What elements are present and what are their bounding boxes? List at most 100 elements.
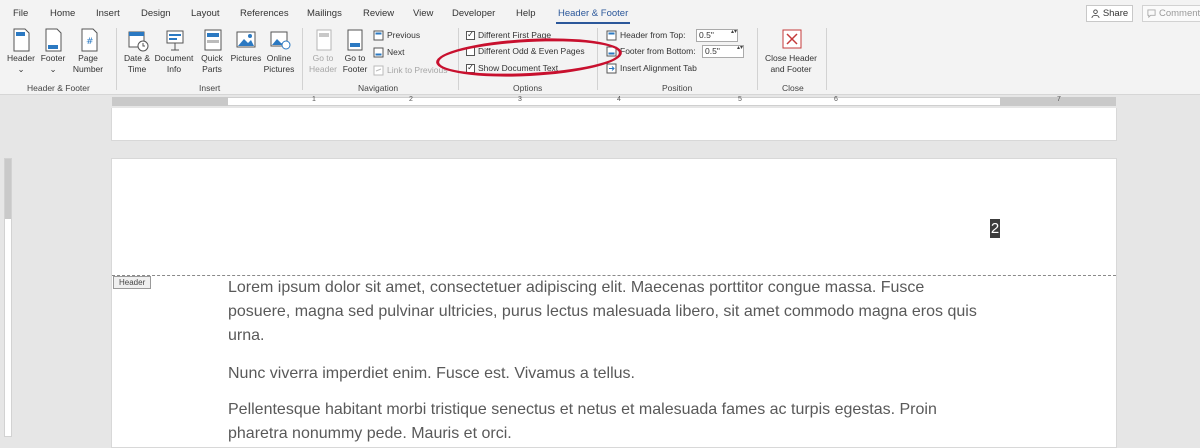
different-first-page-checkbox[interactable]: ✓ Different First Page bbox=[466, 28, 551, 42]
paragraph[interactable]: Lorem ipsum dolor sit amet, consectetuer… bbox=[228, 276, 988, 348]
ruler-left-margin bbox=[112, 97, 228, 106]
page-number-field[interactable]: 2 bbox=[990, 219, 1000, 238]
comment-icon bbox=[1147, 9, 1156, 18]
checkbox-unchecked[interactable] bbox=[466, 46, 475, 56]
online-pictures-button[interactable]: Online Pictures bbox=[263, 27, 297, 75]
footer-button[interactable]: Footer ⌄ bbox=[37, 27, 69, 75]
link-icon bbox=[373, 65, 384, 75]
tab-file[interactable]: File bbox=[13, 8, 28, 19]
header-from-top-row: Header from Top: 0.5" bbox=[606, 28, 738, 42]
go-to-header-label: Go to Header bbox=[309, 53, 337, 74]
go-to-header-button[interactable]: Go to Header bbox=[308, 27, 340, 75]
previous-label: Previous bbox=[387, 30, 421, 40]
close-icon bbox=[782, 29, 802, 49]
ruler-number: 3 bbox=[518, 96, 522, 103]
comments-button[interactable]: Comments bbox=[1142, 5, 1200, 22]
online-pictures-label: Online Pictures bbox=[263, 53, 295, 74]
alignment-tab-icon bbox=[606, 63, 617, 73]
go-to-footer-icon bbox=[347, 29, 363, 51]
date-time-button[interactable]: Date & Time bbox=[122, 27, 154, 75]
group-separator bbox=[302, 28, 303, 90]
tab-home[interactable]: Home bbox=[50, 8, 75, 19]
checkbox-checked[interactable]: ✓ bbox=[466, 63, 475, 73]
page-number-label: Page Number bbox=[72, 53, 104, 74]
chevron-down-icon: ⌄ bbox=[49, 64, 57, 74]
different-odd-even-checkbox[interactable]: Different Odd & Even Pages bbox=[466, 44, 585, 58]
header-button[interactable]: Header ⌄ bbox=[5, 27, 37, 75]
previous-icon bbox=[373, 30, 384, 40]
ruler-number: 6 bbox=[834, 96, 838, 103]
pictures-button[interactable]: Pictures bbox=[229, 27, 263, 64]
group-label-close: Close bbox=[782, 83, 804, 93]
ruler-number: 4 bbox=[617, 96, 621, 103]
menu-bar: File Home Insert Design Layout Reference… bbox=[0, 0, 1200, 25]
insert-alignment-tab-button[interactable]: Insert Alignment Tab bbox=[606, 61, 697, 75]
share-button[interactable]: Share bbox=[1086, 5, 1133, 22]
close-header-footer-label: Close Header and Footer bbox=[765, 53, 817, 74]
ribbon: Header ⌄ Footer ⌄ # Page Number Header &… bbox=[0, 25, 1200, 95]
tab-insert[interactable]: Insert bbox=[96, 8, 120, 19]
chevron-down-icon: ⌄ bbox=[17, 64, 25, 74]
online-pictures-icon bbox=[270, 31, 291, 50]
tab-design[interactable]: Design bbox=[141, 8, 171, 19]
tab-help[interactable]: Help bbox=[516, 8, 536, 19]
page-previous bbox=[111, 108, 1117, 141]
document-info-icon bbox=[166, 30, 184, 51]
footer-from-bottom-input[interactable]: 0.5" bbox=[702, 44, 744, 58]
footer-from-bottom-row: Footer from Bottom: 0.5" bbox=[606, 44, 744, 58]
header-tag: Header bbox=[113, 276, 152, 289]
show-document-text-checkbox[interactable]: ✓ Show Document Text bbox=[466, 61, 558, 75]
footer-icon bbox=[45, 28, 62, 52]
ruler-number: 1 bbox=[312, 96, 316, 103]
go-to-footer-label: Go to Footer bbox=[342, 53, 368, 74]
header-from-top-input[interactable]: 0.5" bbox=[696, 28, 738, 42]
ruler-number: 5 bbox=[738, 96, 742, 103]
header-position-icon bbox=[606, 30, 617, 40]
quick-parts-button[interactable]: Quick Parts bbox=[198, 27, 228, 75]
quick-parts-icon bbox=[204, 29, 222, 51]
tab-view[interactable]: View bbox=[413, 8, 433, 19]
tab-layout[interactable]: Layout bbox=[191, 8, 220, 19]
group-label-insert: Insert bbox=[199, 83, 221, 93]
group-separator bbox=[597, 28, 598, 90]
close-header-footer-button[interactable]: Close Header and Footer bbox=[762, 27, 822, 75]
next-button[interactable]: Next bbox=[373, 45, 404, 59]
vertical-ruler[interactable] bbox=[4, 158, 12, 437]
checkbox-checked[interactable]: ✓ bbox=[466, 30, 475, 40]
page-number-button[interactable]: # Page Number bbox=[68, 27, 110, 75]
ruler-number: 2 bbox=[409, 96, 413, 103]
previous-button[interactable]: Previous bbox=[373, 28, 420, 42]
share-label: Share bbox=[1102, 8, 1129, 19]
next-label: Next bbox=[387, 47, 405, 57]
paragraph[interactable]: Nunc viverra imperdiet enim. Fusce est. … bbox=[228, 362, 988, 386]
tab-developer[interactable]: Developer bbox=[452, 8, 495, 19]
group-separator bbox=[826, 28, 827, 90]
go-to-footer-button[interactable]: Go to Footer bbox=[340, 27, 370, 75]
group-label-header-footer: Header & Footer bbox=[27, 83, 90, 93]
document-info-label: Document Info bbox=[154, 53, 194, 74]
link-to-previous-button[interactable]: Link to Previous bbox=[373, 63, 447, 77]
insert-alignment-tab-label: Insert Alignment Tab bbox=[620, 63, 697, 73]
next-icon bbox=[373, 47, 384, 57]
page-number-icon: # bbox=[81, 28, 98, 52]
tab-header-footer[interactable]: Header & Footer bbox=[555, 8, 631, 24]
tab-references[interactable]: References bbox=[240, 8, 289, 19]
group-label-navigation: Navigation bbox=[358, 83, 399, 93]
document-info-button[interactable]: Document Info bbox=[154, 27, 196, 75]
header-label: Header bbox=[7, 53, 35, 63]
tab-review[interactable]: Review bbox=[363, 8, 394, 19]
share-icon bbox=[1091, 9, 1100, 18]
horizontal-ruler[interactable]: 1 2 3 4 5 6 7 bbox=[0, 95, 1200, 109]
comments-label: Comments bbox=[1159, 8, 1200, 19]
group-label-position: Position bbox=[662, 83, 693, 93]
footer-position-icon bbox=[606, 46, 617, 56]
different-first-page-label: Different First Page bbox=[478, 30, 552, 40]
link-to-previous-label: Link to Previous bbox=[387, 65, 448, 75]
paragraph[interactable]: Pellentesque habitant morbi tristique se… bbox=[228, 398, 988, 446]
svg-text:#: # bbox=[86, 37, 94, 47]
group-separator bbox=[458, 28, 459, 90]
tab-mailings[interactable]: Mailings bbox=[307, 8, 342, 19]
date-time-label: Date & Time bbox=[124, 53, 150, 74]
footer-from-bottom-label: Footer from Bottom: bbox=[620, 46, 696, 56]
calendar-icon bbox=[128, 31, 149, 52]
